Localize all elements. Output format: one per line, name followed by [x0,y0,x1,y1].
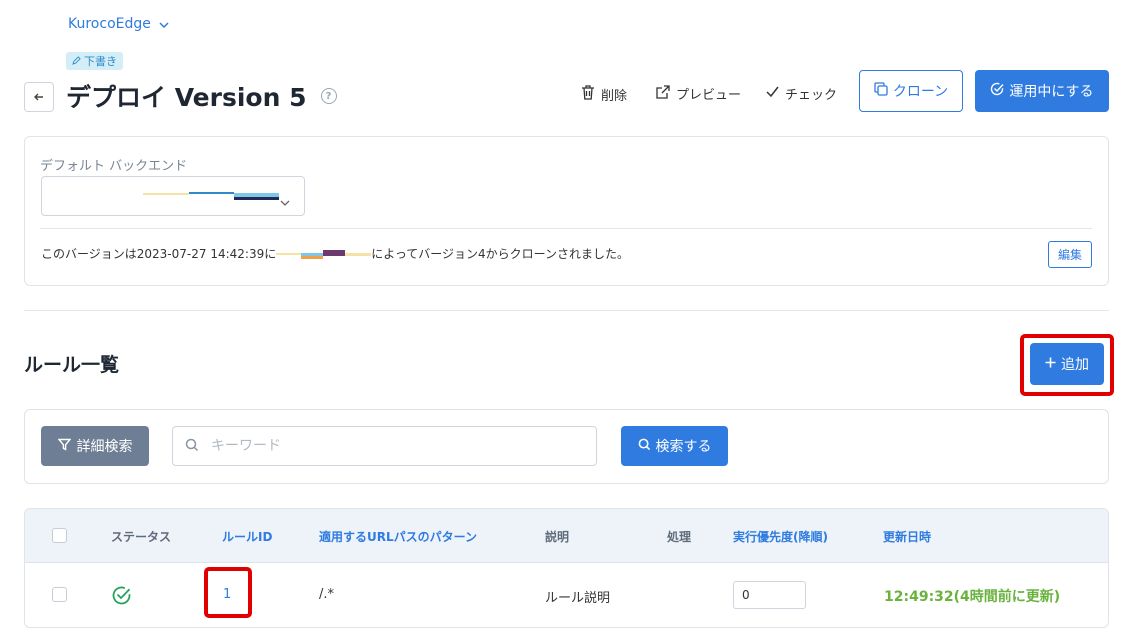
status-check-circle-icon [111,585,132,610]
column-header-description: 説明 [545,530,570,544]
redacted-value [143,193,189,195]
arrow-left-icon [33,88,45,107]
chevron-down-icon [159,18,169,31]
preview-button[interactable]: プレビュー [656,84,741,103]
check-label: チェック [785,88,838,103]
activate-button[interactable]: 運用中にする [975,70,1109,112]
add-label: 追加 [1061,357,1089,373]
draft-badge: 下書き [66,52,123,70]
advanced-filter-button[interactable]: 詳細検索 [41,426,149,466]
rules-section-title: ルール一覧 [24,354,120,376]
trash-icon [581,85,595,104]
column-header-updated[interactable]: 更新日時 [883,528,931,545]
search-button[interactable]: 検索する [621,426,728,466]
copy-icon [874,82,888,100]
search-input[interactable] [211,438,571,454]
help-icon[interactable]: ? [320,88,337,104]
clone-info-prefix: このバージョンは2023-07-27 14:42:39に [41,247,277,261]
back-button[interactable] [24,82,54,112]
page-title: デプロイ Version 5 ? [66,78,337,114]
search-icon [185,437,199,456]
column-header-rule-id[interactable]: ルールID [222,528,272,545]
backend-select[interactable] [41,176,305,216]
checkmark-icon [766,86,779,101]
external-link-icon [656,84,670,103]
select-all-checkbox[interactable] [52,528,67,543]
chevron-down-icon [280,191,290,210]
filter-icon [57,438,71,455]
page-title-text: デプロイ Version 5 [66,83,307,112]
edit-button[interactable]: 編集 [1048,241,1092,268]
filter-label: 詳細検索 [76,439,133,455]
pencil-icon [72,55,81,68]
priority-input[interactable]: 0 [733,581,806,609]
search-box[interactable] [172,426,597,466]
card-divider [40,228,1092,229]
rule-id-link[interactable]: 1 [223,587,231,602]
add-rule-button[interactable]: 追加 [1030,343,1104,385]
activate-label: 運用中にする [1009,84,1094,100]
column-header-priority[interactable]: 実行優先度(降順) [733,528,828,545]
redacted-value [234,197,279,200]
environment-name: KurocoEdge [68,16,151,32]
section-divider [24,310,1109,311]
check-circle-icon [990,82,1004,100]
column-header-status: ステータス [111,530,172,544]
clone-button[interactable]: クローン [859,70,963,112]
clone-label: クローン [892,84,949,100]
redacted-user [276,247,372,261]
column-header-action: 処理 [667,530,692,544]
search-button-label: 検索する [655,439,712,455]
rule-updated-time: 12:49:32(4時間前に更新) [884,589,1061,605]
rule-url-pattern: /.* [319,587,335,602]
backend-label: デフォルト バックエンド [40,159,188,174]
delete-button[interactable]: 削除 [581,85,627,104]
rule-description: ルール説明 [545,591,611,606]
clone-info: このバージョンは2023-07-27 14:42:39に によってバージョン4か… [41,245,629,262]
plus-icon [1045,356,1056,372]
row-checkbox[interactable] [52,587,67,602]
redacted-value [189,192,234,194]
search-icon [638,438,651,455]
column-header-url-pattern[interactable]: 適用するURLパスのパターン [319,528,477,545]
delete-label: 削除 [601,89,628,104]
draft-badge-label: 下書き [84,55,117,68]
check-button[interactable]: チェック [766,84,837,103]
environment-selector[interactable]: KurocoEdge [68,16,169,32]
preview-label: プレビュー [676,88,742,103]
clone-info-suffix: によってバージョン4からクローンされました。 [371,247,630,261]
